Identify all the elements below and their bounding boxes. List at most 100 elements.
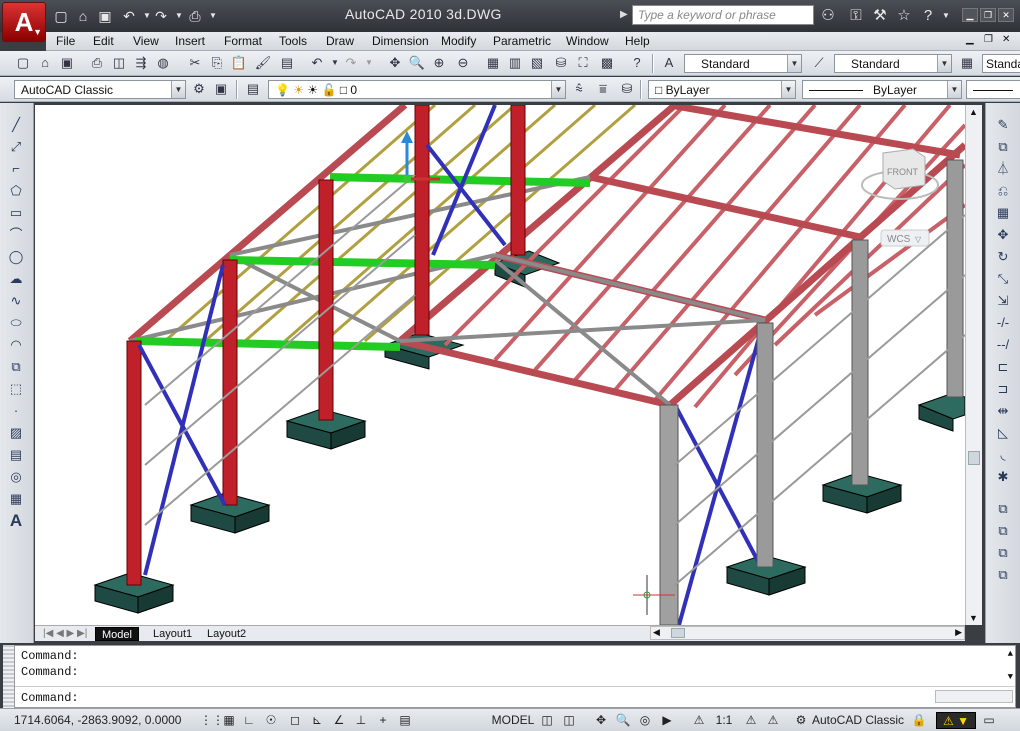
pan-icon[interactable]: ✥: [592, 712, 610, 729]
array-icon[interactable]: ▦: [993, 203, 1013, 223]
search-expand-icon[interactable]: ▶: [620, 6, 632, 24]
insert-block-icon[interactable]: ⧉: [6, 357, 26, 377]
join-icon[interactable]: ⇹: [993, 401, 1013, 421]
revision-cloud-icon[interactable]: ☁: [6, 269, 26, 289]
arc-icon[interactable]: ⌒: [6, 225, 26, 245]
3d-dwf-icon[interactable]: ◍: [154, 54, 172, 72]
quick-access-dropdown-icon[interactable]: ▼: [204, 7, 222, 25]
zoom-previous-icon[interactable]: ⊖: [454, 54, 472, 72]
plot-icon[interactable]: ⎙: [186, 7, 204, 25]
scroll-down-icon[interactable]: ▼: [1008, 672, 1013, 682]
chamfer-icon[interactable]: ◺: [993, 423, 1013, 443]
open-icon[interactable]: ⌂: [36, 54, 54, 72]
line-icon[interactable]: ╱: [6, 115, 26, 135]
annotation-visibility-icon[interactable]: ⚠: [742, 712, 760, 729]
match-properties-icon[interactable]: 🖌: [254, 54, 272, 72]
text-style-select[interactable]: Standard ▼: [684, 54, 802, 73]
help-icon[interactable]: ?: [918, 6, 938, 26]
lineweight-select[interactable]: [966, 80, 1020, 99]
bring-above-icon[interactable]: ⧉: [993, 543, 1013, 563]
dynamic-input-icon[interactable]: +: [374, 712, 392, 729]
break-at-point-icon[interactable]: ⊏: [993, 357, 1013, 377]
mirror-icon[interactable]: ⏃: [993, 159, 1013, 179]
scale-icon[interactable]: ⤡: [993, 269, 1013, 289]
zoom-icon[interactable]: 🔍: [614, 712, 632, 729]
erase-icon[interactable]: ✎: [993, 115, 1013, 135]
snap-mode-icon[interactable]: ⋮⋮: [200, 712, 224, 729]
block-editor-icon[interactable]: ▤: [278, 54, 296, 72]
sheet-set-icon[interactable]: ⛁: [552, 54, 570, 72]
pan-icon[interactable]: ✥: [386, 54, 404, 72]
tab-nav-first-icon[interactable]: |◀ ◀ ▶ ▶|: [37, 627, 93, 641]
workspace-select[interactable]: AutoCAD Classic ▼: [14, 80, 186, 99]
region-icon[interactable]: ◎: [6, 467, 26, 487]
tab-layout1[interactable]: Layout1: [147, 627, 198, 641]
ellipse-icon[interactable]: ⬭: [6, 313, 26, 333]
3d-object-snap-icon[interactable]: ⊾: [308, 712, 326, 729]
point-icon[interactable]: ·: [6, 401, 26, 421]
scroll-right-icon[interactable]: ▶: [955, 627, 962, 638]
hatch-icon[interactable]: ▨: [6, 423, 26, 443]
send-under-icon[interactable]: ⧉: [993, 565, 1013, 585]
fillet-icon[interactable]: ◟: [993, 445, 1013, 465]
communication-center-icon[interactable]: ⚒: [870, 6, 890, 26]
polyline-icon[interactable]: ⌐: [6, 159, 26, 179]
save-icon[interactable]: ▣: [96, 7, 114, 25]
linetype-select[interactable]: ByLayer ▼: [802, 80, 962, 99]
break-icon[interactable]: ⊐: [993, 379, 1013, 399]
menu-modify[interactable]: Modify: [441, 34, 476, 48]
redo-dropdown-icon[interactable]: ▼: [360, 54, 378, 72]
vertical-scrollbar[interactable]: ▲ ▼: [965, 105, 982, 625]
dimension-style-icon[interactable]: ⟋: [810, 54, 828, 72]
trim-icon[interactable]: -/-: [993, 313, 1013, 333]
menu-dimension[interactable]: Dimension: [372, 34, 429, 48]
scroll-thumb[interactable]: [968, 451, 980, 465]
menu-draw[interactable]: Draw: [326, 34, 354, 48]
command-prompt[interactable]: Command:: [21, 691, 79, 705]
menu-view[interactable]: View: [133, 34, 159, 48]
design-center-icon[interactable]: ▥: [506, 54, 524, 72]
grid-display-icon[interactable]: ▦: [220, 712, 238, 729]
plot-preview-icon[interactable]: ◫: [110, 54, 128, 72]
doc-minimize-button[interactable]: ▁: [966, 34, 974, 45]
menu-file[interactable]: File: [56, 34, 75, 48]
plot-icon[interactable]: ⎙: [88, 54, 106, 72]
annotation-scale-icon[interactable]: ⚠: [692, 712, 706, 729]
explode-icon[interactable]: ✱: [993, 467, 1013, 487]
scroll-thumb[interactable]: [671, 628, 685, 638]
layer-previous-icon[interactable]: ⩸: [594, 80, 612, 98]
rotate-icon[interactable]: ↻: [993, 247, 1013, 267]
offset-icon[interactable]: ⎌: [993, 181, 1013, 201]
help-dropdown-icon[interactable]: ▼: [936, 6, 956, 26]
restore-button[interactable]: ❐: [980, 8, 996, 22]
table-style-select[interactable]: Standa: [982, 54, 1020, 73]
object-snap-tracking-icon[interactable]: ∠: [330, 712, 348, 729]
menu-edit[interactable]: Edit: [93, 34, 114, 48]
publish-icon[interactable]: ⇶: [132, 54, 150, 72]
help-search-input[interactable]: Type a keyword or phrase: [632, 5, 814, 25]
help-icon[interactable]: ?: [628, 54, 646, 72]
doc-restore-button[interactable]: ❐: [984, 34, 993, 45]
construction-line-icon[interactable]: ⤢: [6, 137, 26, 157]
move-icon[interactable]: ✥: [993, 225, 1013, 245]
menu-format[interactable]: Format: [224, 34, 262, 48]
draw-order-back-icon[interactable]: ⧉: [993, 521, 1013, 541]
lineweight-icon[interactable]: ▤: [396, 712, 414, 729]
new-file-icon[interactable]: ▢: [52, 7, 70, 25]
menu-tools[interactable]: Tools: [279, 34, 307, 48]
quick-view-layouts-icon[interactable]: ◫: [538, 712, 556, 729]
scroll-up-icon[interactable]: ▲: [1008, 649, 1013, 659]
tool-palettes-icon[interactable]: ▧: [528, 54, 546, 72]
tab-model[interactable]: Model: [95, 627, 139, 641]
extend-icon[interactable]: --/: [993, 335, 1013, 355]
drawing-viewport[interactable]: FRONT WCS ▽: [35, 105, 965, 625]
workspace-status-select[interactable]: AutoCAD Classic: [810, 712, 906, 729]
make-block-icon[interactable]: ⬚: [6, 379, 26, 399]
menu-help[interactable]: Help: [625, 34, 650, 48]
table-icon[interactable]: ▦: [6, 489, 26, 509]
spline-icon[interactable]: ∿: [6, 291, 26, 311]
ucs-menu[interactable]: WCS ▽: [880, 229, 930, 247]
binoculars-icon[interactable]: ⚇: [818, 6, 838, 26]
open-file-icon[interactable]: ⌂: [74, 7, 92, 25]
application-menu-button[interactable]: A ▼: [2, 2, 46, 42]
